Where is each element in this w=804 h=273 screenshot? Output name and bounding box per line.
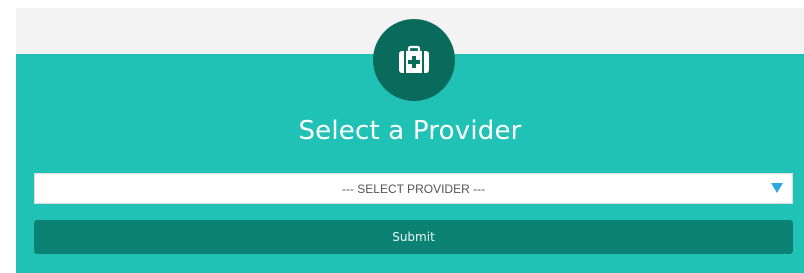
submit-button[interactable]: Submit [34, 220, 793, 254]
provider-page: Select a Provider --- SELECT PROVIDER --… [0, 0, 804, 273]
chevron-down-icon[interactable] [771, 183, 783, 193]
medical-kit-badge [373, 19, 455, 101]
medical-kit-icon [399, 45, 429, 73]
page-title: Select a Provider [298, 116, 522, 146]
provider-select-value: --- SELECT PROVIDER --- [341, 182, 486, 196]
provider-select[interactable]: --- SELECT PROVIDER --- [34, 173, 793, 204]
